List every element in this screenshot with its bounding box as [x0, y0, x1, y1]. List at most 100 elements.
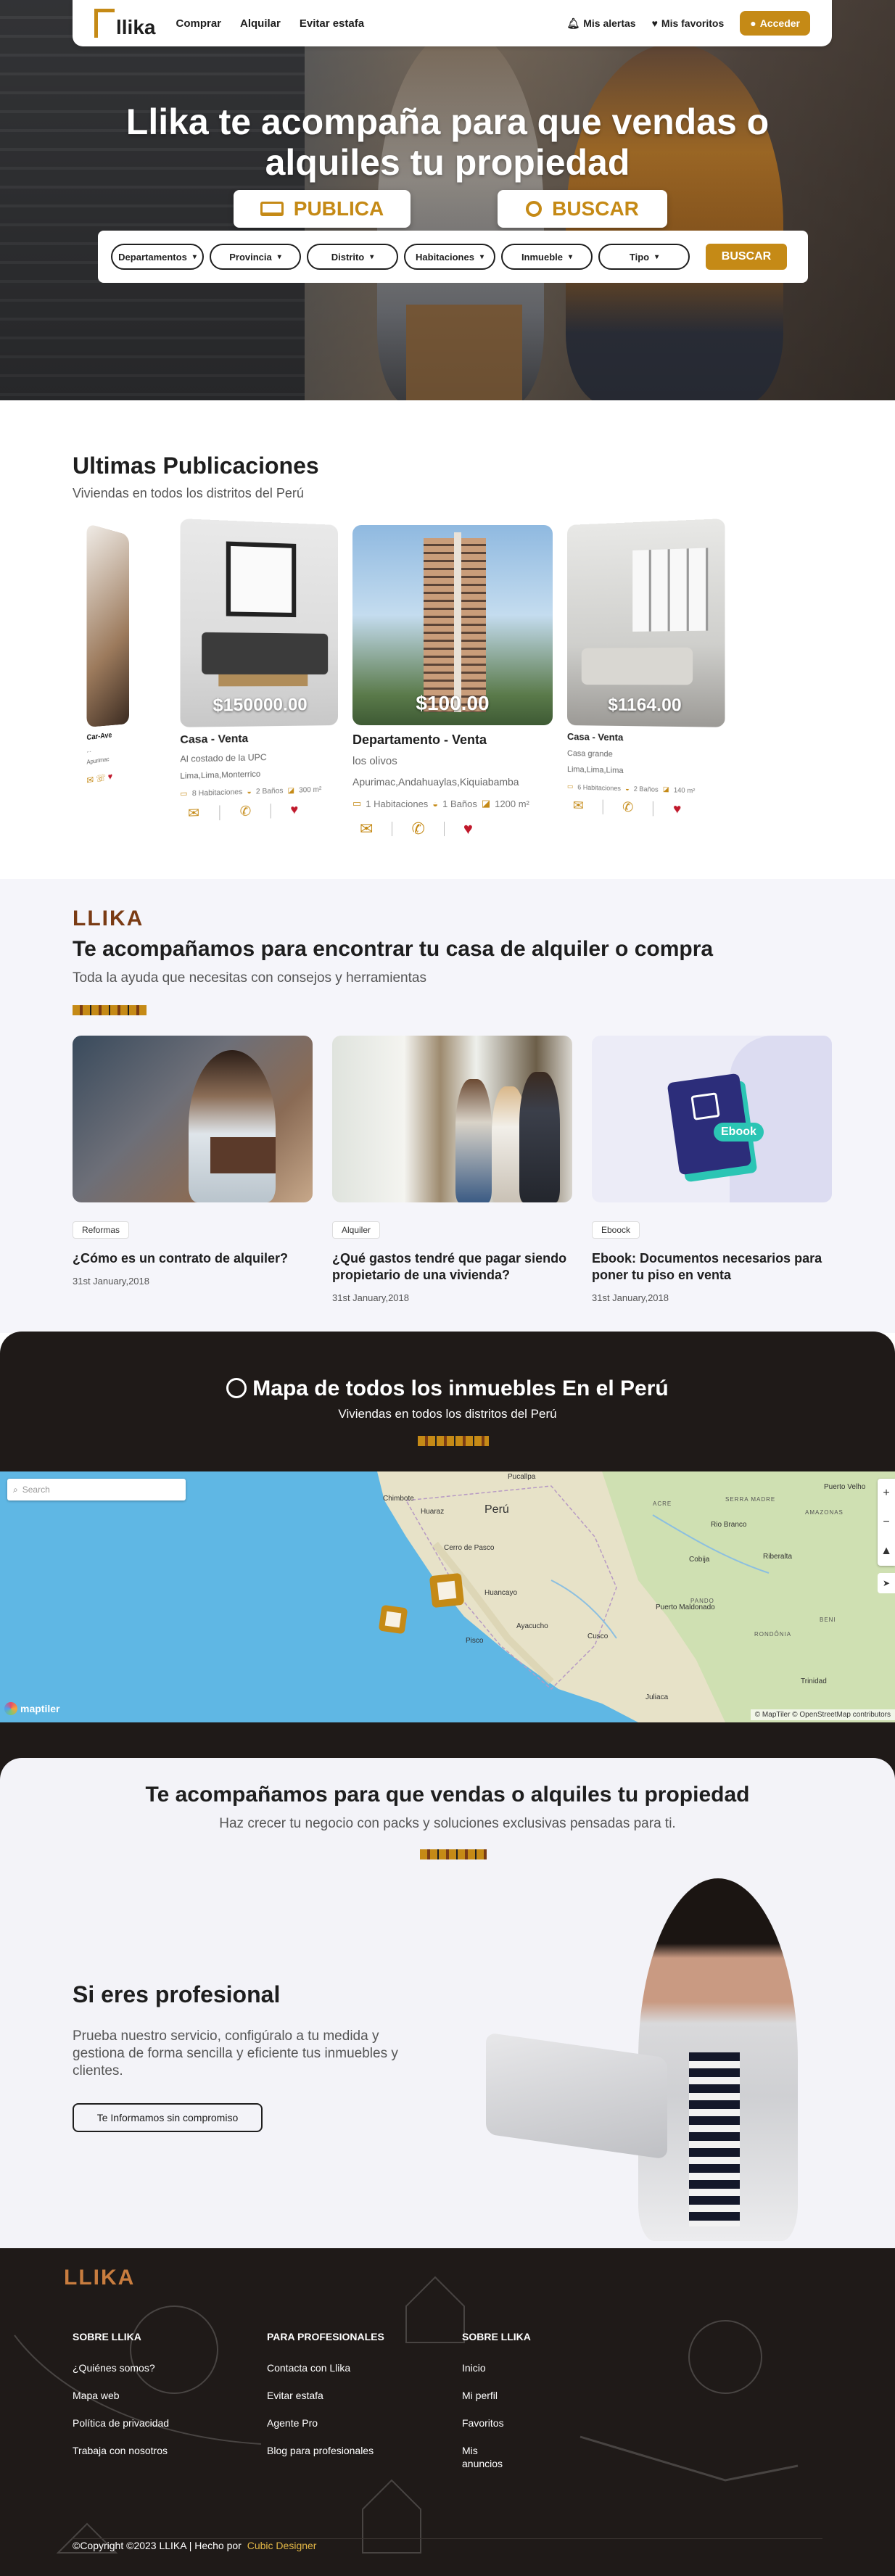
map-title-text: Mapa de todos los inmuebles En el Perú	[252, 1376, 669, 1400]
login-button[interactable]: ● Acceder	[740, 11, 810, 36]
footer-link[interactable]: Trabaja con nosotros	[73, 2444, 169, 2457]
map-place: Pucallpa	[508, 1473, 536, 1481]
phone-icon[interactable]: ✆	[622, 799, 633, 815]
geolocate-button[interactable]: ➤	[878, 1573, 895, 1593]
filter-provincia[interactable]: Provincia ▾	[210, 244, 301, 270]
maptiler-text: maptiler	[20, 1703, 60, 1714]
maptiler-logo[interactable]: maptiler	[4, 1702, 59, 1715]
user-circle-icon: ●	[750, 17, 756, 29]
footer-link[interactable]: Mi perfil	[462, 2389, 520, 2402]
nav-link-alquilar[interactable]: Alquilar	[240, 17, 281, 30]
property-specs: ▭ 1 Habitaciones ◒ 1 Baños ◪ 1200 m²	[352, 798, 553, 809]
map-search-input[interactable]: ⌕ Search	[7, 1479, 186, 1500]
post-title[interactable]: ¿Cómo es un contrato de alquiler?	[73, 1250, 313, 1267]
search-submit-button[interactable]: BUSCAR	[706, 244, 787, 270]
property-title: Casa - Venta	[567, 731, 624, 743]
property-card-3[interactable]: $1164.00 Casa - Venta Casa grande Lima,L…	[567, 519, 725, 836]
filter-departamentos[interactable]: Departamentos ▾	[111, 244, 204, 270]
blog-post-3[interactable]: Ebook Eboock Ebook: Documentos necesario…	[592, 1036, 832, 1303]
footer-brand[interactable]: LLIKA	[64, 2266, 135, 2290]
footer-col-title: SOBRE LLIKA	[73, 2331, 141, 2342]
search-toggle-button[interactable]: BUSCAR	[498, 190, 667, 228]
mail-icon[interactable]: ✉	[573, 798, 584, 814]
decorative-pattern	[418, 1436, 489, 1446]
property-location: Apurimac	[86, 755, 110, 766]
blog-post-1[interactable]: Reformas ¿Cómo es un contrato de alquile…	[73, 1036, 313, 1287]
favorite-heart-icon[interactable]: ♥	[463, 820, 473, 838]
map-subtitle: Viviendas en todos los distritos del Per…	[338, 1407, 557, 1421]
mail-icon[interactable]: ✉	[360, 820, 373, 838]
post-title[interactable]: Ebook: Documentos necesarios para poner …	[592, 1250, 832, 1284]
interactive-map[interactable]: Perú Pucallpa Chimbote Huaraz Cerro de P…	[0, 1471, 895, 1722]
footer-link[interactable]: Blog para profesionales	[267, 2444, 384, 2457]
map-place: Juliaca	[646, 1693, 669, 1701]
nav-link-evitar-estafa[interactable]: Evitar estafa	[300, 17, 364, 30]
property-card-2[interactable]: $100.00 Departamento - Venta los olivos …	[352, 525, 553, 844]
bath-icon: ◒	[247, 788, 252, 796]
alerts-link[interactable]: 🔔︎ Mis alertas	[566, 17, 635, 30]
pro-heading: Si eres profesional	[73, 1981, 281, 2007]
filter-label: Habitaciones	[416, 251, 474, 263]
footer-link[interactable]: Mapa web	[73, 2389, 169, 2402]
post-tag[interactable]: Eboock	[592, 1221, 640, 1239]
property-marker[interactable]	[429, 1572, 465, 1609]
favorite-heart-icon[interactable]: ♥	[290, 802, 298, 818]
property-card-1[interactable]: $150000.00 Casa - Venta Al costado de la…	[180, 519, 338, 836]
filter-habitaciones[interactable]: Habitaciones ▾	[404, 244, 495, 270]
map-attribution[interactable]: © MapTiler © OpenStreetMap contributors	[750, 1709, 895, 1720]
area: 1200 m²	[495, 798, 529, 809]
area-icon: ◪	[481, 798, 491, 809]
post-tag[interactable]: Alquiler	[332, 1221, 381, 1239]
filter-distrito[interactable]: Distrito ▾	[307, 244, 398, 270]
footer-link[interactable]: Inicio	[462, 2361, 520, 2374]
chevron-down-icon: ▾	[277, 252, 281, 261]
map-region: PANDO	[690, 1598, 714, 1604]
rooms: 1 Habitaciones	[366, 798, 429, 809]
ebook-badge: Ebook	[714, 1123, 764, 1142]
phone-icon[interactable]: ✆	[240, 804, 252, 820]
latest-title: Ultimas Publicaciones	[73, 453, 319, 479]
favorite-heart-icon[interactable]: ♥	[673, 801, 681, 817]
publish-button[interactable]: PUBLICA	[234, 190, 411, 228]
logo[interactable]: llika	[94, 9, 155, 38]
striped-shirt	[689, 2052, 740, 2226]
footer-col-title: SOBRE LLIKA	[462, 2331, 531, 2342]
decorative-pattern	[73, 1005, 147, 1015]
filter-tipo[interactable]: Tipo ▾	[598, 244, 690, 270]
zoom-out-button[interactable]: −	[883, 1516, 889, 1529]
post-date: 31st January,2018	[592, 1292, 669, 1303]
location-arrow-icon: ➤	[882, 1578, 891, 1588]
property-desc: Casa grande	[567, 749, 613, 759]
filter-inmueble[interactable]: Inmueble ▾	[501, 244, 593, 270]
laptop-icon	[260, 202, 284, 216]
nav-link-comprar[interactable]: Comprar	[176, 17, 221, 30]
footer-link[interactable]: Evitar estafa	[267, 2389, 384, 2402]
blog-post-2[interactable]: Alquiler ¿Qué gastos tendré que pagar si…	[332, 1036, 572, 1303]
compass-icon[interactable]: ▲	[880, 1545, 892, 1558]
mail-icon[interactable]: ✉	[188, 805, 199, 821]
favorites-link[interactable]: ♥ Mis favoritos	[652, 17, 725, 29]
footer-col-professionals: PARA PROFESIONALES Contacta con Llika Ev…	[267, 2331, 384, 2472]
map-place: Ayacucho	[516, 1622, 548, 1630]
alerts-label: Mis alertas	[583, 17, 636, 29]
property-card-partial[interactable]: Car-Ave ... Apurimac ✉ ☏ ♥	[86, 523, 129, 838]
footer-link[interactable]: ¿Quiénes somos?	[73, 2361, 169, 2374]
footer-col-account: SOBRE LLIKA Inicio Mi perfil Favoritos M…	[462, 2331, 531, 2485]
phone-icon[interactable]: ✆	[411, 820, 424, 838]
post-image	[73, 1036, 313, 1202]
footer-link[interactable]: Agente Pro	[267, 2416, 384, 2430]
zoom-in-button[interactable]: +	[883, 1487, 889, 1500]
post-tag[interactable]: Reformas	[73, 1221, 130, 1239]
property-marker[interactable]	[378, 1604, 408, 1635]
footer-link[interactable]: Favoritos	[462, 2416, 520, 2430]
footer-link[interactable]: Política de privacidad	[73, 2416, 169, 2430]
maker-link[interactable]: Cubic Designer	[247, 2540, 317, 2551]
divider	[219, 804, 220, 820]
map-title: Mapa de todos los inmuebles En el Perú	[0, 1376, 895, 1401]
pro-contact-button[interactable]: Te Informamos sin compromiso	[73, 2103, 263, 2132]
globe-icon	[226, 1378, 247, 1398]
post-title[interactable]: ¿Qué gastos tendré que pagar siendo prop…	[332, 1250, 572, 1284]
map-search-placeholder: Search	[22, 1485, 50, 1495]
footer-link[interactable]: Mis anuncios	[462, 2444, 520, 2470]
footer-link[interactable]: Contacta con Llika	[267, 2361, 384, 2374]
